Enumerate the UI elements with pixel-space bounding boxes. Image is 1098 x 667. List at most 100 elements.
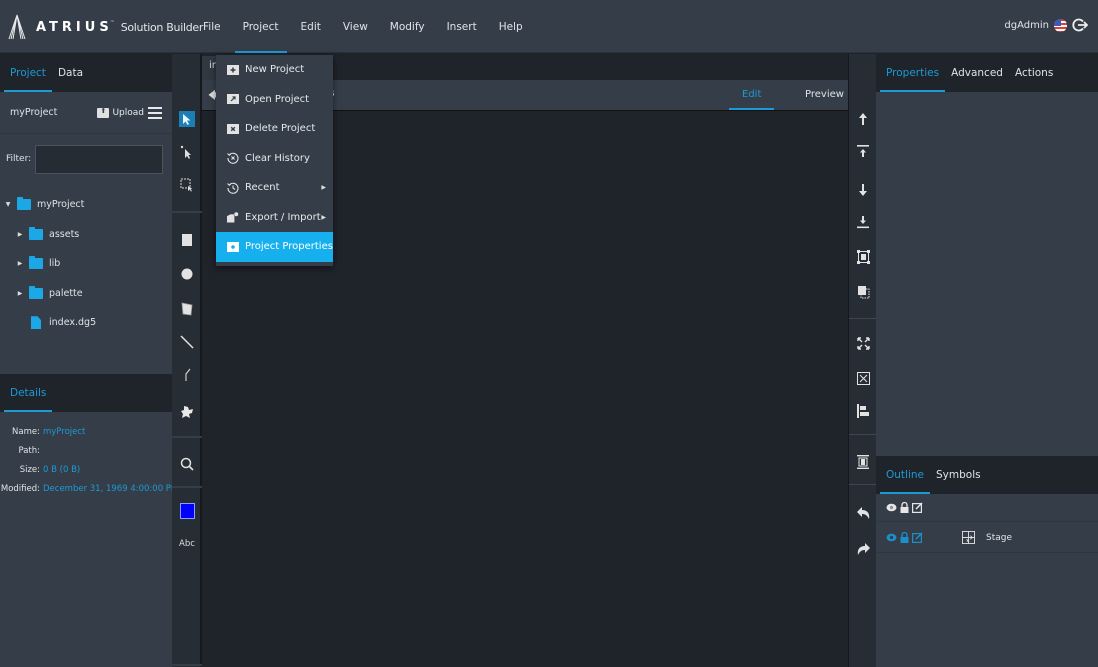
edit-icon[interactable]	[912, 532, 923, 543]
mode-tab-preview[interactable]: Preview	[805, 80, 844, 110]
left-panel: Project Data myProject Upload Filter: ▼ …	[0, 54, 178, 667]
menu-file[interactable]: File	[192, 0, 232, 53]
menu-help[interactable]: Help	[488, 0, 534, 53]
redo-button[interactable]	[855, 541, 871, 557]
tab-symbols[interactable]: Symbols	[930, 456, 987, 494]
arrow-to-top-icon	[857, 145, 869, 157]
top-bar: ATRIUS ™ Solution Builder File Project E…	[0, 0, 1098, 53]
polyline-tool[interactable]	[179, 367, 195, 383]
text-tool[interactable]: Abc	[178, 536, 196, 552]
trademark: ™	[109, 20, 115, 26]
menu-item-new-project[interactable]: New Project	[216, 55, 333, 85]
tree-item-myproject[interactable]: ▼ myProject	[0, 190, 172, 220]
menu-item-delete-project[interactable]: Delete Project	[216, 114, 333, 144]
logout-icon[interactable]	[1072, 17, 1088, 33]
visibility-eye-icon[interactable]	[886, 503, 897, 512]
brand-name: ATRIUS	[36, 19, 113, 35]
shape-tool[interactable]	[179, 404, 195, 420]
send-backward-button[interactable]	[855, 182, 871, 198]
center-button[interactable]	[855, 370, 871, 386]
line-tool[interactable]	[179, 334, 195, 350]
direct-select-icon	[180, 145, 191, 159]
polygon-tool[interactable]	[179, 301, 195, 317]
ellipse-tool[interactable]	[179, 266, 195, 282]
tree-item-label: palette	[49, 287, 83, 299]
fit-to-size-button[interactable]	[855, 335, 871, 351]
arrow-up-icon	[859, 113, 867, 125]
caret-down-icon[interactable]: ▼	[4, 201, 12, 208]
rectangle-tool[interactable]	[179, 232, 195, 248]
tree-item-index[interactable]: index.dg5	[0, 308, 172, 338]
caret-right-icon[interactable]: ▶	[16, 231, 24, 238]
menu-item-recent[interactable]: Recent ▶	[216, 173, 333, 203]
caret-right-icon[interactable]: ▶	[16, 290, 24, 297]
menu-view[interactable]: View	[332, 0, 379, 53]
open-project-icon	[227, 94, 239, 105]
menu-edit[interactable]: Edit	[290, 0, 332, 53]
caret-right-icon[interactable]: ▶	[16, 260, 24, 267]
menu-modify[interactable]: Modify	[379, 0, 436, 53]
menu-item-export-import[interactable]: Export / Import ▶	[216, 203, 333, 233]
send-to-back-button[interactable]	[855, 214, 871, 230]
marquee-select-tool[interactable]	[179, 177, 195, 193]
group-button[interactable]	[855, 249, 871, 265]
tree-item-assets[interactable]: ▶ assets	[0, 220, 172, 250]
edit-icon[interactable]	[912, 502, 923, 513]
fill-color-swatch[interactable]	[179, 503, 195, 519]
tab-outline[interactable]: Outline	[880, 456, 930, 494]
zoom-tool[interactable]	[179, 456, 195, 472]
left-tabbar: Project Data	[0, 54, 172, 92]
tab-properties[interactable]: Properties	[880, 54, 946, 92]
undo-button[interactable]	[855, 505, 871, 521]
outline-tabbar: Outline Symbols	[876, 456, 1098, 494]
project-menu-dropdown: New Project Open Project Delete Project …	[216, 55, 333, 266]
project-header: myProject Upload	[0, 92, 172, 134]
list-menu-icon[interactable]	[148, 106, 162, 119]
user-name[interactable]: dgAdmin	[1004, 20, 1049, 31]
visibility-eye-icon[interactable]	[886, 533, 897, 542]
folder-icon	[29, 285, 43, 299]
detail-size: Size: 0 B (0 B)	[0, 462, 172, 477]
menu-item-clear-history[interactable]: Clear History	[216, 144, 333, 174]
tab-actions[interactable]: Actions	[1009, 54, 1059, 92]
direct-select-tool[interactable]	[179, 144, 195, 160]
tab-data[interactable]: Data	[52, 54, 89, 92]
menu-project[interactable]: Project	[232, 0, 290, 53]
tree-item-palette[interactable]: ▶ palette	[0, 279, 172, 309]
bring-to-front-button[interactable]	[855, 143, 871, 159]
text-tool-label: Abc	[179, 539, 195, 549]
tab-project[interactable]: Project	[4, 54, 52, 92]
expand-icon	[856, 336, 870, 350]
ellipse-icon	[181, 268, 193, 280]
select-tool[interactable]	[179, 111, 195, 127]
tree-item-label: myProject	[37, 199, 85, 211]
menu-insert[interactable]: Insert	[436, 0, 488, 53]
upload-button[interactable]: Upload	[97, 107, 144, 118]
detail-path: Path:	[0, 443, 172, 458]
detail-label: Modified:	[0, 483, 40, 494]
bring-forward-button[interactable]	[855, 111, 871, 127]
lock-icon[interactable]	[900, 502, 909, 513]
us-flag-icon[interactable]	[1054, 18, 1067, 32]
toolbar-divider	[172, 486, 202, 488]
align-left-icon	[856, 404, 869, 418]
mode-tab-edit[interactable]: Edit	[728, 80, 776, 110]
menu-item-open-project[interactable]: Open Project	[216, 85, 333, 115]
filter-input[interactable]	[35, 144, 164, 174]
marquee-select-icon	[180, 178, 193, 192]
outline-row-stage[interactable]: Stage	[876, 523, 1098, 553]
tab-details[interactable]: Details	[4, 374, 53, 412]
group-icon	[856, 250, 870, 264]
ungroup-button[interactable]	[855, 284, 871, 300]
menu-item-project-properties[interactable]: Project Properties	[216, 232, 333, 262]
logo: ATRIUS ™ Solution Builder	[8, 14, 203, 40]
lock-icon[interactable]	[900, 532, 909, 543]
tree-item-lib[interactable]: ▶ lib	[0, 249, 172, 279]
details-section: Name: myProject Path: Size: 0 B (0 B) Mo…	[0, 424, 178, 496]
tab-advanced[interactable]: Advanced	[945, 54, 1009, 92]
detail-label: Path:	[18, 445, 40, 456]
drawing-toolbar: Abc	[172, 54, 202, 667]
distribute-button[interactable]	[855, 454, 871, 470]
align-left-button[interactable]	[855, 403, 871, 419]
app-subtitle: Solution Builder	[120, 20, 204, 34]
